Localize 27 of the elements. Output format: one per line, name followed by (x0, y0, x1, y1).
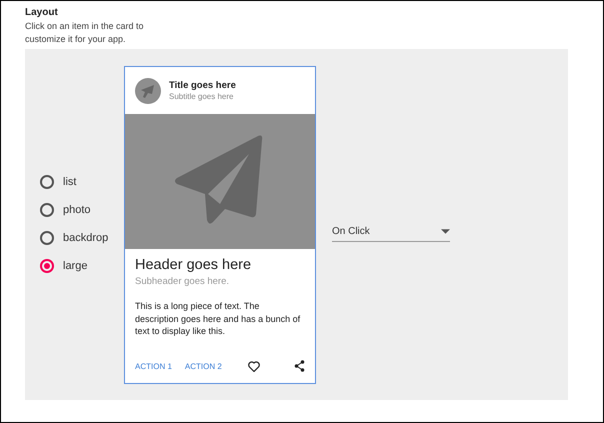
radio-icon[interactable] (40, 231, 54, 245)
card-subheader: Subheader goes here. (135, 276, 230, 287)
radio-label: photo (63, 204, 91, 216)
radio-icon[interactable] (40, 175, 54, 189)
card-title: Title goes here (169, 80, 236, 91)
layout-radio-option[interactable]: large (40, 257, 124, 275)
dropdown-value: On Click (332, 226, 370, 237)
card-header: Header goes here (135, 257, 252, 273)
radio-label: large (63, 260, 88, 272)
radio-icon[interactable] (40, 203, 54, 217)
avatar-icon (135, 78, 161, 104)
trigger-dropdown[interactable]: On Click (332, 226, 450, 242)
layout-radio-option[interactable]: photo (40, 201, 124, 219)
layout-radio-option[interactable]: backdrop (40, 229, 124, 247)
card-subtitle: Subtitle goes here (169, 92, 234, 101)
layout-radio-option[interactable]: list (40, 173, 124, 191)
card-body-text: This is a long piece of text. The description goes here and has a bunch of text to display like this. (135, 300, 302, 338)
action-button[interactable]: ACTION 2 (184, 362, 222, 370)
action-button[interactable]: ACTION 1 (135, 362, 172, 370)
section-title: Layout (25, 7, 59, 18)
heart-icon[interactable] (248, 360, 260, 372)
section-description: Click on an item in the card to customize it for your app. (25, 20, 145, 46)
radio-label: backdrop (63, 232, 108, 244)
share-icon[interactable] (294, 360, 305, 372)
radio-label: list (63, 176, 76, 188)
radio-icon[interactable] (40, 259, 54, 273)
caret-icon (441, 229, 450, 234)
